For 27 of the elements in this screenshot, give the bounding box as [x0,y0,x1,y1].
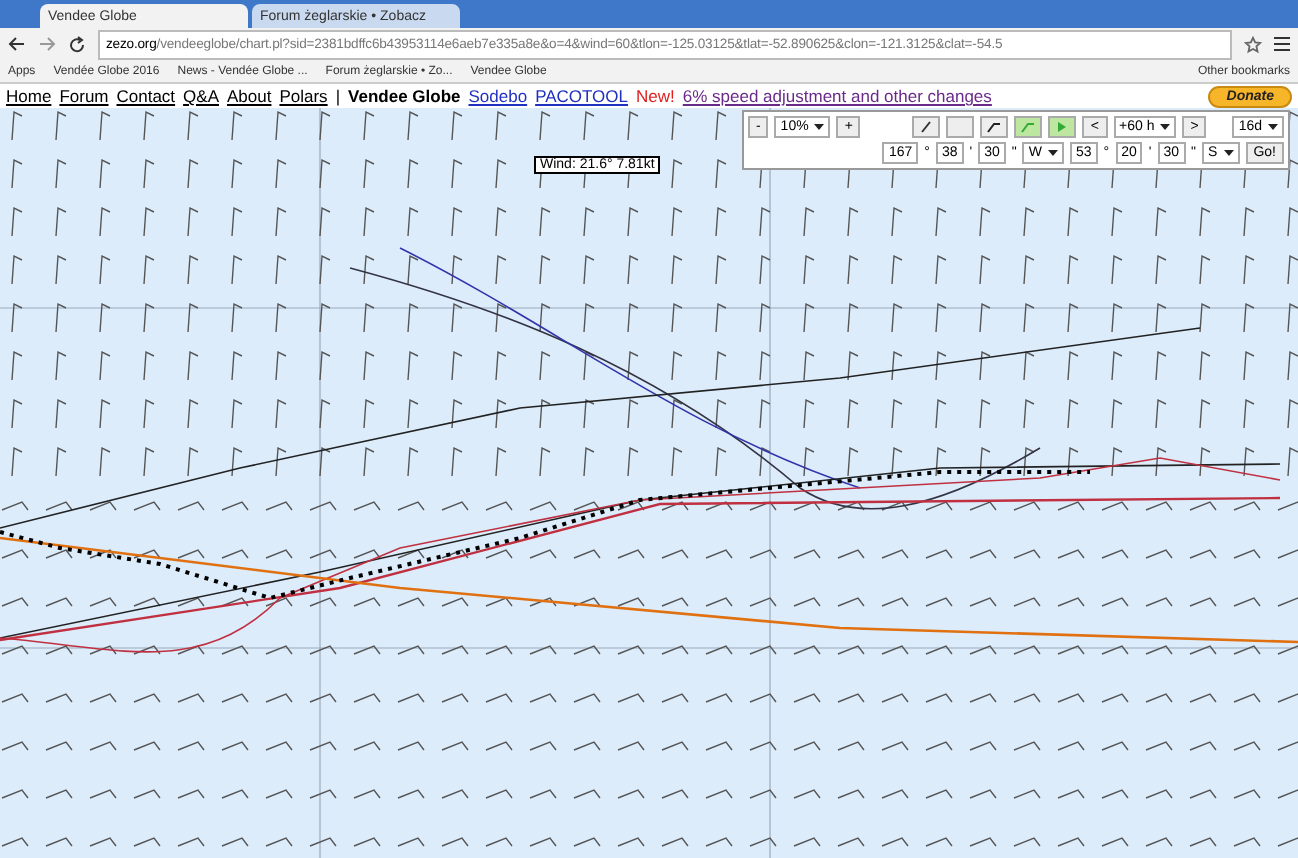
new-label: New! [636,86,675,106]
route-tool-button[interactable] [980,116,1009,138]
partner-link[interactable]: Sodebo [468,86,528,106]
pen-icon [920,120,933,134]
nav-link[interactable]: Contact [116,86,176,106]
play-icon [1056,120,1069,134]
caret-icon [1223,150,1234,156]
flag-tool-button[interactable] [1048,116,1077,138]
caret-icon [1268,124,1278,130]
caret-icon [1047,150,1058,156]
news-link[interactable]: 6% speed adjustment and other changes [682,86,992,106]
caret-icon [1160,124,1171,130]
partner-link[interactable]: PACOTOOL [535,86,629,106]
nav-link[interactable]: Home [6,86,52,106]
forward-icon[interactable] [38,36,56,52]
star-icon[interactable] [1244,35,1262,53]
site-title: Vendee Globe [348,86,461,106]
nav-link[interactable]: About [227,86,272,106]
pen-tool-button[interactable] [912,116,941,138]
nav-link[interactable]: Q&A [183,86,219,106]
nav-separator: | [335,86,341,106]
back-icon[interactable] [8,36,26,52]
nav-link[interactable]: Polars [279,86,328,106]
menu-icon[interactable] [1274,36,1290,52]
caret-icon [814,124,825,130]
reload-icon[interactable] [68,35,86,53]
nav-link[interactable]: Forum [59,86,109,106]
